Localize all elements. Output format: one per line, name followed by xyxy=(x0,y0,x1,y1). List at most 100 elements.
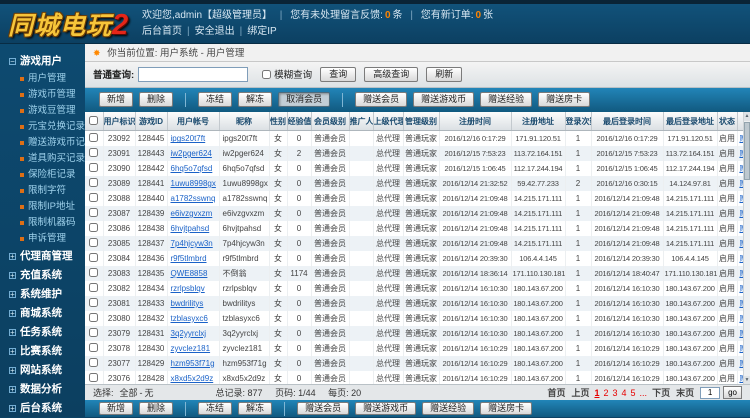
sidebar-subitem-申诉管理[interactable]: 申诉管理 xyxy=(0,231,85,247)
account-link[interactable]: 7p4hjcyw3n xyxy=(171,239,213,248)
row-checkbox[interactable] xyxy=(89,268,98,277)
sidebar-item-任务系统[interactable]: +任务系统 xyxy=(0,323,85,342)
sidebar-item-比赛系统[interactable]: +比赛系统 xyxy=(0,342,85,361)
header-link-2[interactable]: 绑定IP xyxy=(247,26,276,37)
account-link[interactable]: bwdrilitys xyxy=(171,299,204,308)
row-checkbox[interactable] xyxy=(89,253,98,262)
row-checkbox[interactable] xyxy=(89,238,98,247)
row-checkbox[interactable] xyxy=(89,343,98,352)
pager-prev[interactable]: 上页 xyxy=(571,386,589,399)
fuzzy-checkbox[interactable] xyxy=(262,70,271,79)
account-link[interactable]: zyvclez181 xyxy=(171,344,211,353)
account-link[interactable]: 1uwu8998gx xyxy=(171,179,216,188)
row-checkbox[interactable] xyxy=(89,178,98,187)
query-button[interactable]: 查询 xyxy=(320,67,356,82)
header-link-0[interactable]: 后台首页 xyxy=(142,26,182,37)
row-checkbox[interactable] xyxy=(89,148,98,157)
sidebar-subitem-限制IP地址[interactable]: 限制IP地址 xyxy=(0,199,85,215)
account-link[interactable]: e6ivzgvxzm xyxy=(171,209,213,218)
sidebar-item-游戏用户[interactable]: −游戏用户 xyxy=(0,52,85,71)
sidebar-item-代理商管理[interactable]: +代理商管理 xyxy=(0,247,85,266)
account-link[interactable]: iw2pger624 xyxy=(171,149,212,158)
toolbar-button-解冻[interactable]: 解冻 xyxy=(238,92,272,107)
sidebar-subitem-限制机器码[interactable]: 限制机器码 xyxy=(0,215,85,231)
account-link[interactable]: QWE8858 xyxy=(171,269,208,278)
sidebar-subitem-道具购买记录[interactable]: 道具购买记录 xyxy=(0,151,85,167)
pager-page-4[interactable]: 4 xyxy=(622,388,627,398)
toolbar-button-解冻[interactable]: 解冻 xyxy=(238,402,272,415)
table-row: 23076128428x8xd5x2d9zx8xd5x2d9z女0普通会员总代理… xyxy=(85,371,750,384)
row-checkbox[interactable] xyxy=(89,223,98,232)
sidebar-item-后台系统[interactable]: +后台系统 xyxy=(0,399,85,417)
row-checkbox[interactable] xyxy=(89,133,98,142)
row-checkbox[interactable] xyxy=(89,193,98,202)
pager-next[interactable]: 下页 xyxy=(652,386,670,399)
toolbar-button-冻结[interactable]: 冻结 xyxy=(198,92,232,107)
pager-page-2[interactable]: 2 xyxy=(603,388,608,398)
toolbar-button-赠送游戏币[interactable]: 赠送游戏币 xyxy=(355,402,416,415)
sidebar-subitem-元宝兑换记录[interactable]: 元宝兑换记录 xyxy=(0,119,85,135)
toolbar-button-赠送房卡[interactable]: 赠送房卡 xyxy=(538,92,590,107)
search-input[interactable] xyxy=(138,67,248,82)
row-checkbox[interactable] xyxy=(89,373,98,382)
toolbar-button-取消会员[interactable]: 取消会员 xyxy=(278,92,330,107)
scroll-up-icon[interactable]: ▲ xyxy=(744,112,750,121)
account-link[interactable]: rzrlpsblqv xyxy=(171,284,205,293)
toolbar-button-新增[interactable]: 新增 xyxy=(99,402,133,415)
toolbar-button-冻结[interactable]: 冻结 xyxy=(198,402,232,415)
sidebar-subitem-游戏豆管理[interactable]: 游戏豆管理 xyxy=(0,103,85,119)
cell-nick: ipgs20t7ft xyxy=(219,131,269,146)
toolbar-button-新增[interactable]: 新增 xyxy=(99,92,133,107)
sidebar-subitem-保险柜记录[interactable]: 保险柜记录 xyxy=(0,167,85,183)
sidebar-item-系统维护[interactable]: +系统维护 xyxy=(0,285,85,304)
select-none-link[interactable]: 无 xyxy=(145,386,154,399)
scrollbar-thumb[interactable] xyxy=(744,122,750,180)
pager-page-1[interactable]: 1 xyxy=(594,388,599,398)
sidebar-subitem-限制字符[interactable]: 限制字符 xyxy=(0,183,85,199)
row-checkbox[interactable] xyxy=(89,298,98,307)
select-all-link[interactable]: 全部 xyxy=(120,386,138,399)
pager-go-button[interactable]: go xyxy=(723,386,742,399)
sidebar-subitem-游戏币管理[interactable]: 游戏币管理 xyxy=(0,87,85,103)
pager-page-5[interactable]: 5 xyxy=(631,388,636,398)
refresh-button[interactable]: 刷新 xyxy=(426,67,462,82)
select-all-checkbox[interactable] xyxy=(89,116,98,125)
toolbar-button-赠送会员[interactable]: 赠送会员 xyxy=(355,92,407,107)
pager-goto-input[interactable] xyxy=(700,387,720,399)
sidebar-item-充值系统[interactable]: +充值系统 xyxy=(0,266,85,285)
account-link[interactable]: hzm953f71g xyxy=(171,359,215,368)
table-scrollbar[interactable]: ▲ ▼ xyxy=(743,112,750,384)
sidebar-item-网站系统[interactable]: +网站系统 xyxy=(0,361,85,380)
account-link[interactable]: x8xd5x2d9z xyxy=(171,374,214,383)
toolbar-button-删除[interactable]: 删除 xyxy=(139,92,173,107)
toolbar-button-删除[interactable]: 删除 xyxy=(139,402,173,415)
row-checkbox[interactable] xyxy=(89,208,98,217)
header-link-1[interactable]: 安全退出 xyxy=(195,26,235,37)
pager-page-3[interactable]: 3 xyxy=(613,388,618,398)
toolbar-button-赠送会员[interactable]: 赠送会员 xyxy=(297,402,349,415)
pager-first[interactable]: 首页 xyxy=(547,386,565,399)
account-link[interactable]: 3q2yyrclxj xyxy=(171,329,207,338)
toolbar-button-赠送房卡[interactable]: 赠送房卡 xyxy=(480,402,532,415)
advanced-query-button[interactable]: 高级查询 xyxy=(364,67,418,82)
scroll-down-icon[interactable]: ▼ xyxy=(744,376,750,384)
row-checkbox[interactable] xyxy=(89,358,98,367)
toolbar-button-赠送经验[interactable]: 赠送经验 xyxy=(480,92,532,107)
sidebar-subitem-赠送游戏币记录[interactable]: 赠送游戏币记录 xyxy=(0,135,85,151)
account-link[interactable]: 6hq5o7qfsd xyxy=(171,164,213,173)
toolbar-button-赠送游戏币[interactable]: 赠送游戏币 xyxy=(413,92,474,107)
row-checkbox[interactable] xyxy=(89,163,98,172)
account-link[interactable]: a1782sswnq xyxy=(171,194,216,203)
row-checkbox[interactable] xyxy=(89,313,98,322)
toolbar-button-赠送经验[interactable]: 赠送经验 xyxy=(422,402,474,415)
account-link[interactable]: ipgs20t7ft xyxy=(171,134,206,143)
row-checkbox[interactable] xyxy=(89,283,98,292)
account-link[interactable]: 6hvjtpahsd xyxy=(171,224,210,233)
account-link[interactable]: tzblasyxc6 xyxy=(171,314,208,323)
sidebar-item-数据分析[interactable]: +数据分析 xyxy=(0,380,85,399)
sidebar-subitem-用户管理[interactable]: 用户管理 xyxy=(0,71,85,87)
account-link[interactable]: r9f5tlmbrd xyxy=(171,254,207,263)
pager-last[interactable]: 末页 xyxy=(676,386,694,399)
row-checkbox[interactable] xyxy=(89,328,98,337)
sidebar-item-商城系统[interactable]: +商城系统 xyxy=(0,304,85,323)
